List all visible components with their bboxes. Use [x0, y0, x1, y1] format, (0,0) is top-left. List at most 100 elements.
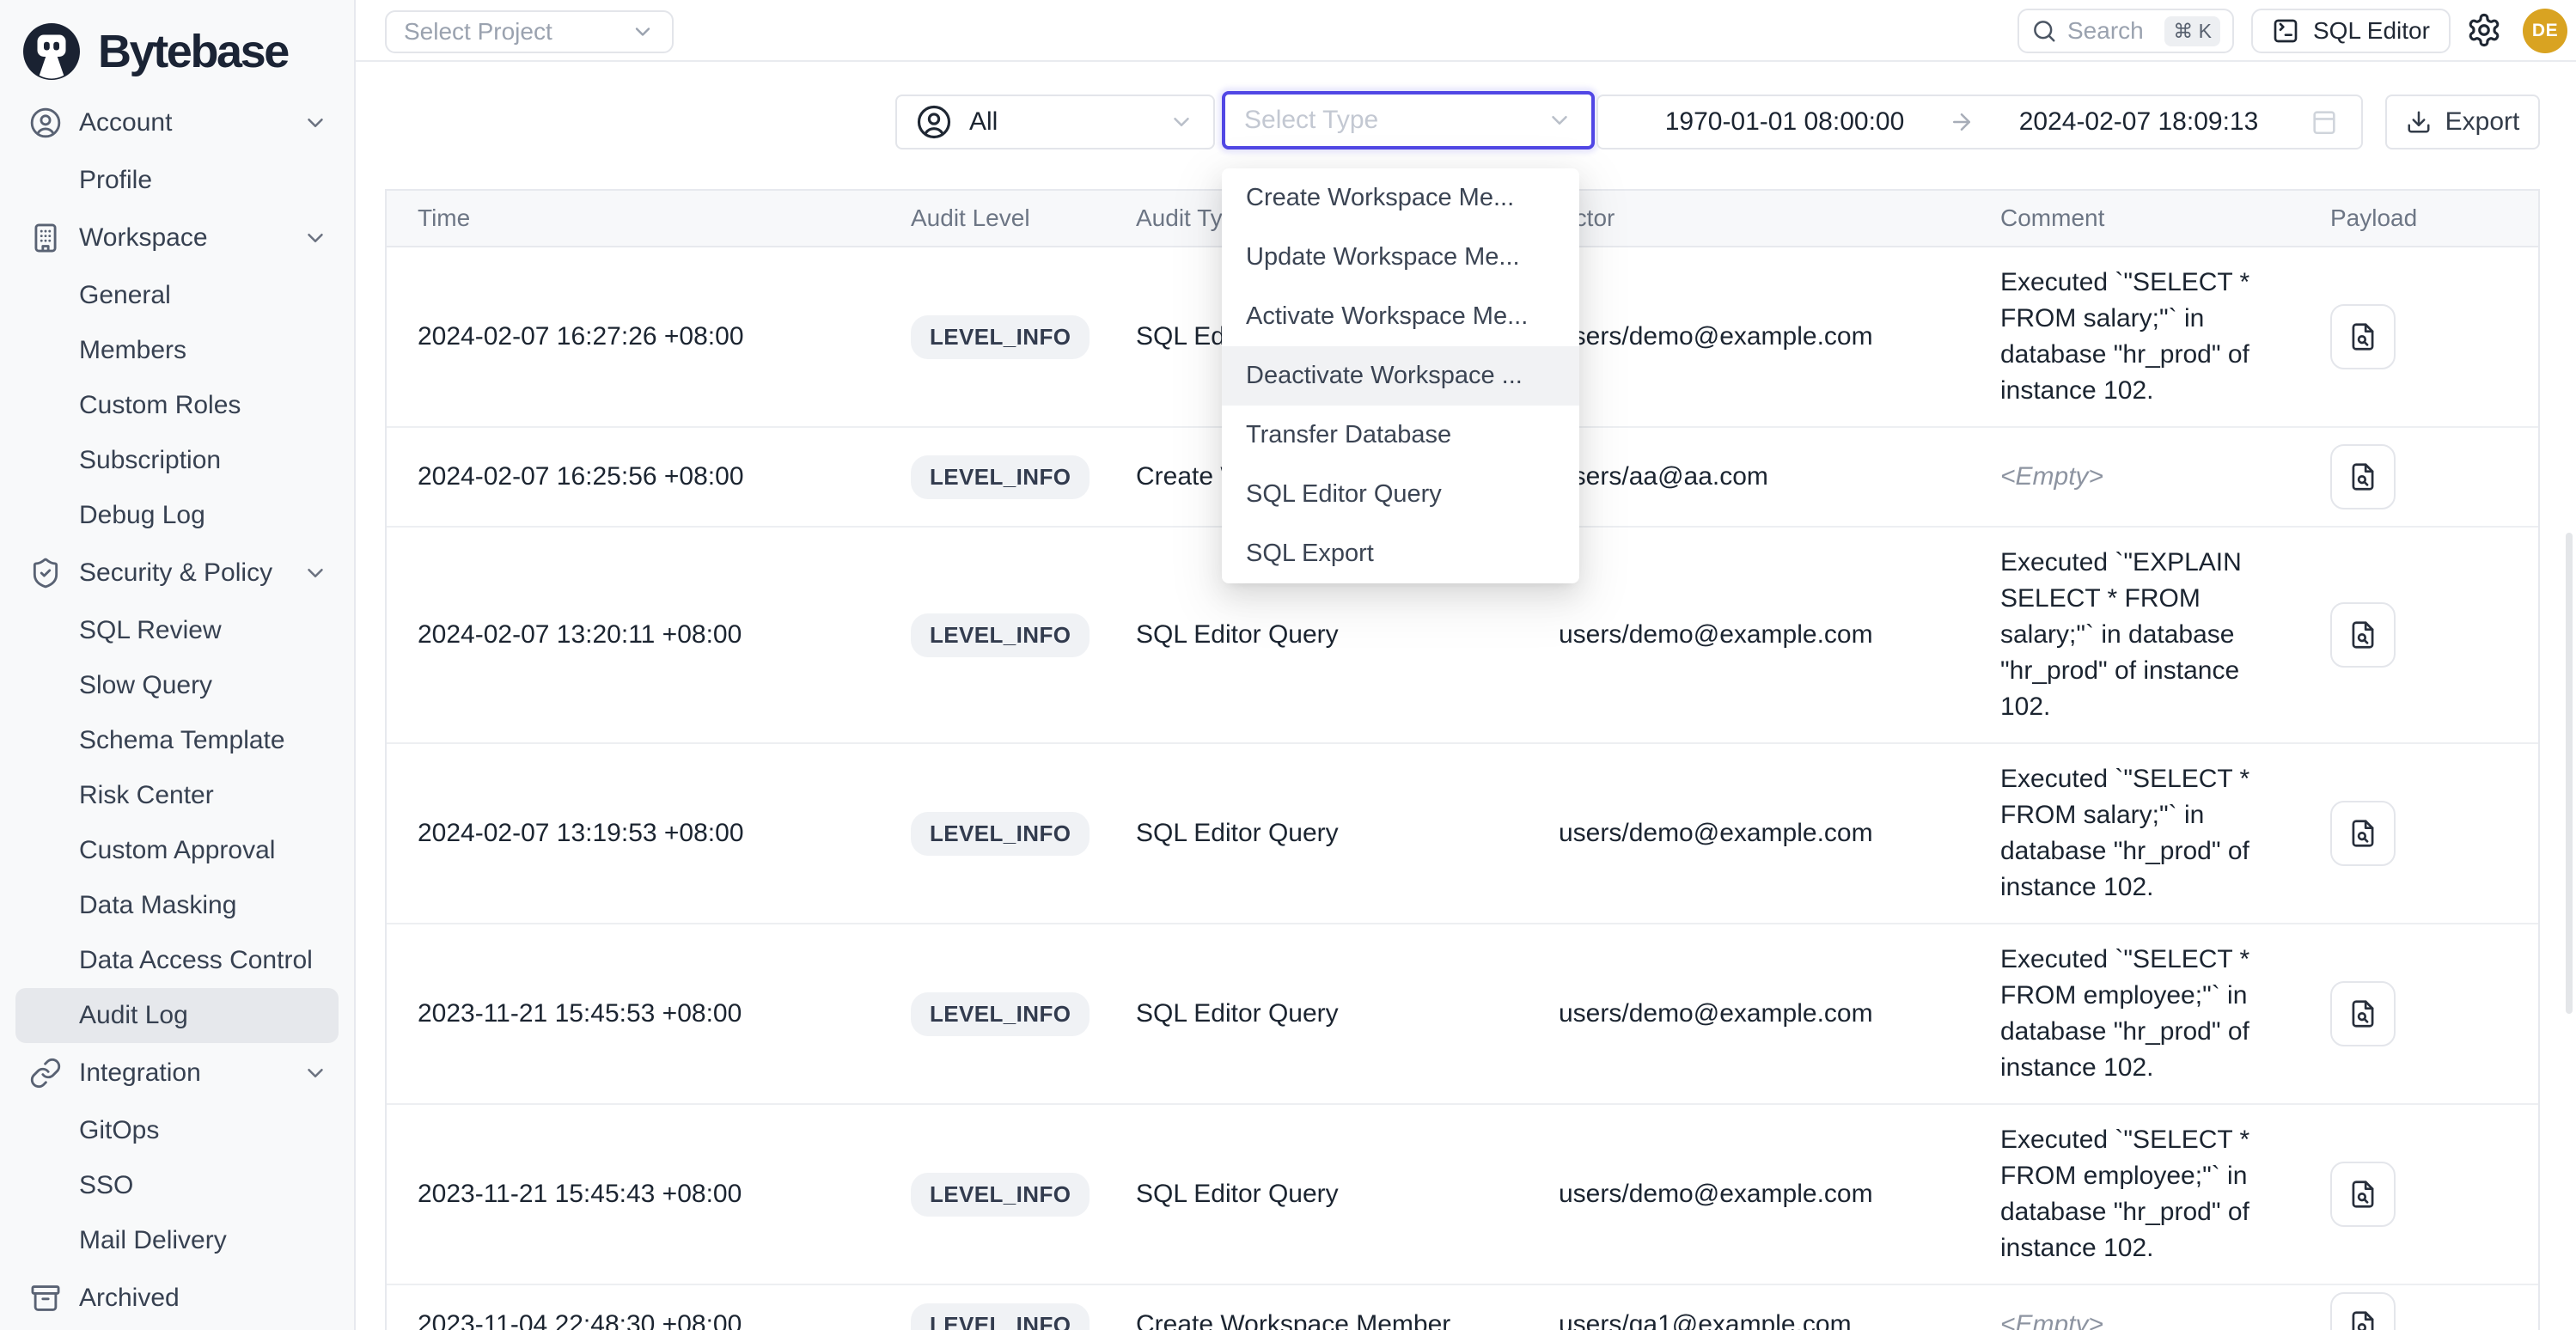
avatar-initials: DE [2532, 21, 2558, 41]
avatar[interactable]: DE [2523, 9, 2567, 53]
sql-editor-label: SQL Editor [2313, 17, 2430, 45]
payload-view-button[interactable] [2330, 602, 2396, 668]
sidebar-section-integration[interactable]: Integration [15, 1043, 339, 1103]
sidebar-item-general[interactable]: General [15, 268, 339, 323]
level-badge: LEVEL_INFO [911, 1303, 1090, 1330]
cell-audit-level: LEVEL_INFO [880, 1303, 1105, 1330]
level-badge: LEVEL_INFO [911, 455, 1090, 499]
sidebar-item-data-access-control[interactable]: Data Access Control [15, 933, 339, 988]
cell-actor: users/demo@example.com [1528, 999, 1969, 1028]
search-icon [2031, 18, 2057, 44]
file-search-icon [2347, 1178, 2379, 1211]
cell-payload [2313, 602, 2542, 668]
export-button[interactable]: Export [2385, 95, 2540, 149]
type-option-sql-editor-query[interactable]: SQL Editor Query [1222, 465, 1579, 524]
table-row: 2023-11-21 15:45:43 +08:00 LEVEL_INFO SQ… [387, 1105, 2538, 1285]
type-option-sql-export[interactable]: SQL Export [1222, 524, 1579, 583]
date-from-value: 1970-01-01 08:00:00 [1621, 107, 1949, 137]
sidebar-section-account[interactable]: Account [15, 93, 339, 153]
table-row: 2023-11-21 15:45:53 +08:00 LEVEL_INFO SQ… [387, 924, 2538, 1105]
actor-filter-select[interactable]: All [895, 95, 1215, 149]
section-label: Workspace [79, 223, 208, 253]
cell-audit-type: SQL Editor Query [1105, 1180, 1528, 1209]
cell-payload [2313, 304, 2542, 369]
sidebar-item-slow-query[interactable]: Slow Query [15, 658, 339, 713]
cell-payload [2313, 1292, 2542, 1330]
brand-name: Bytebase [98, 25, 288, 78]
sidebar-item-sql-review[interactable]: SQL Review [15, 603, 339, 658]
sidebar-item-debug-log[interactable]: Debug Log [15, 488, 339, 543]
cell-audit-level: LEVEL_INFO [880, 1173, 1105, 1217]
cell-time: 2024-02-07 13:20:11 +08:00 [387, 620, 880, 650]
sidebar-item-profile[interactable]: Profile [15, 153, 339, 208]
cell-audit-level: LEVEL_INFO [880, 992, 1105, 1036]
sidebar-item-gitops[interactable]: GitOps [15, 1103, 339, 1158]
file-search-icon [2347, 461, 2379, 493]
file-search-icon [2347, 619, 2379, 651]
topbar: Select Project Search ⌘ K SQL Editor [356, 0, 2576, 62]
cell-actor: users/qa1@example.com [1528, 1310, 1969, 1330]
cell-audit-type: Create Workspace Member [1105, 1310, 1528, 1330]
file-search-icon [2347, 320, 2379, 353]
sidebar-item-members[interactable]: Members [15, 323, 339, 378]
cell-comment: Executed `"SELECT * FROM employee;"` in … [1969, 924, 2313, 1103]
sidebar-section-archived[interactable]: Archived [15, 1268, 339, 1328]
payload-view-button[interactable] [2330, 801, 2396, 866]
item-label: Debug Log [79, 501, 205, 530]
sidebar-item-risk-center[interactable]: Risk Center [15, 768, 339, 823]
sidebar-item-mail-delivery[interactable]: Mail Delivery [15, 1213, 339, 1268]
sidebar-section-workspace[interactable]: Workspace [15, 208, 339, 268]
cell-comment: Executed `"SELECT * FROM salary;"` in da… [1969, 744, 2313, 923]
sidebar-item-sso[interactable]: SSO [15, 1158, 339, 1213]
column-header-time: Time [387, 204, 880, 232]
sidebar-item-subscription[interactable]: Subscription [15, 433, 339, 488]
cell-audit-type: SQL Editor Query [1105, 819, 1528, 848]
scrollbar[interactable] [2566, 533, 2573, 1014]
chevron-down-icon [302, 1060, 328, 1086]
gear-icon[interactable] [2466, 12, 2502, 48]
file-search-icon [2347, 998, 2379, 1030]
cell-time: 2024-02-07 13:19:53 +08:00 [387, 819, 880, 848]
payload-view-button[interactable] [2330, 304, 2396, 369]
sidebar-item-data-masking[interactable]: Data Masking [15, 878, 339, 933]
chevron-down-icon [1169, 109, 1194, 135]
type-option-activate-workspace-member[interactable]: Activate Workspace Me... [1222, 287, 1579, 346]
payload-view-button[interactable] [2330, 1162, 2396, 1227]
date-range-picker[interactable]: 1970-01-01 08:00:00 2024-02-07 18:09:13 [1596, 95, 2363, 149]
type-option-update-workspace-member[interactable]: Update Workspace Me... [1222, 228, 1579, 287]
item-label: Custom Approval [79, 836, 275, 865]
cell-audit-level: LEVEL_INFO [880, 812, 1105, 856]
project-select[interactable]: Select Project [385, 10, 674, 53]
arrow-right-icon [1949, 109, 1975, 135]
project-select-placeholder: Select Project [404, 18, 552, 46]
sidebar-item-custom-roles[interactable]: Custom Roles [15, 378, 339, 433]
date-to-value: 2024-02-07 18:09:13 [1975, 107, 2303, 137]
brand-logo[interactable]: Bytebase [0, 0, 354, 93]
sidebar-item-schema-template[interactable]: Schema Template [15, 713, 339, 768]
search-input[interactable]: Search ⌘ K [2017, 9, 2234, 53]
item-label: Subscription [79, 446, 221, 475]
item-label: Profile [79, 166, 152, 195]
item-label: Members [79, 336, 186, 365]
sidebar-item-audit-log[interactable]: Audit Log [15, 988, 339, 1043]
type-option-deactivate-workspace-member[interactable]: Deactivate Workspace ... [1222, 346, 1579, 406]
cell-audit-level: LEVEL_INFO [880, 455, 1105, 499]
type-option-create-workspace-member[interactable]: Create Workspace Me... [1222, 168, 1579, 228]
column-header-actor: Actor [1528, 204, 1969, 232]
chevron-down-icon [631, 20, 655, 44]
type-option-transfer-database[interactable]: Transfer Database [1222, 406, 1579, 465]
payload-view-button[interactable] [2330, 981, 2396, 1046]
cell-audit-level: LEVEL_INFO [880, 613, 1105, 657]
section-label: Security & Policy [79, 558, 272, 588]
cell-time: 2024-02-07 16:27:26 +08:00 [387, 322, 880, 351]
payload-view-button[interactable] [2330, 1292, 2396, 1330]
payload-view-button[interactable] [2330, 444, 2396, 509]
sidebar-item-custom-approval[interactable]: Custom Approval [15, 823, 339, 878]
column-header-payload: Payload [2313, 204, 2542, 232]
sql-editor-button[interactable]: SQL Editor [2251, 9, 2451, 53]
user-circle-icon [916, 104, 952, 140]
type-filter-select[interactable]: Select Type [1222, 91, 1595, 149]
sidebar-section-security-policy[interactable]: Security & Policy [15, 543, 339, 603]
item-label: Slow Query [79, 671, 212, 700]
cell-comment: <Empty> [1969, 1290, 2313, 1330]
